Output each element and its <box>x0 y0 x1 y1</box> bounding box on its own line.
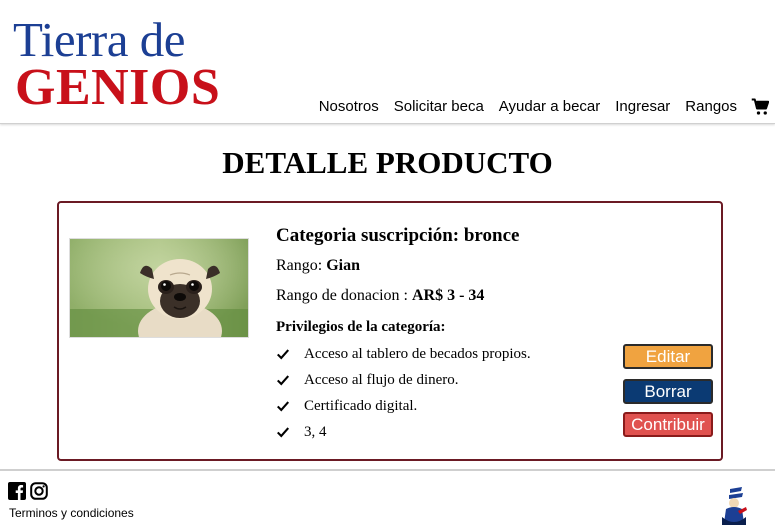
nav-ayudar-a-becar[interactable]: Ayudar a becar <box>499 96 600 118</box>
rank-value: Gian <box>326 257 361 274</box>
mascot-logo-icon <box>722 487 747 525</box>
check-icon <box>277 401 290 412</box>
nav-solicitar-beca[interactable]: Solicitar beca <box>394 96 484 118</box>
check-icon <box>277 427 290 438</box>
category-heading: Categoria suscripción: bronce <box>276 225 520 246</box>
donation-value: AR$ 3 - 34 <box>411 287 485 304</box>
rank-label: Rango: <box>276 257 327 274</box>
site-logo[interactable]: Tierra de GENIOS <box>13 12 238 116</box>
logo-line2: GENIOS <box>15 59 221 116</box>
privilege-text: Certificado digital. <box>304 398 418 414</box>
social-links <box>8 482 48 500</box>
terms-link[interactable]: Terminos y condiciones <box>9 506 134 520</box>
nav-ingresar[interactable]: Ingresar <box>615 96 670 118</box>
header: Tierra de GENIOS Nosotros Solicitar beca… <box>0 0 775 124</box>
nav-nosotros[interactable]: Nosotros <box>319 96 379 118</box>
privilege-text: 3, 4 <box>304 424 327 440</box>
check-icon <box>277 349 290 360</box>
action-buttons: Editar Borrar Contribuir <box>623 344 713 447</box>
shopping-cart-icon[interactable] <box>751 98 769 116</box>
privileges-list: Acceso al tablero de becados propios. Ac… <box>276 341 616 445</box>
product-info: Categoria suscripción: bronce Rango: Gia… <box>276 223 616 445</box>
privilege-text: Acceso al tablero de becados propios. <box>304 346 531 362</box>
privilege-text: Acceso al flujo de dinero. <box>304 372 459 388</box>
main-nav: Nosotros Solicitar beca Ayudar a becar I… <box>319 96 769 118</box>
list-item: 3, 4 <box>276 419 616 445</box>
nav-rangos[interactable]: Rangos <box>685 96 737 118</box>
facebook-icon[interactable] <box>8 482 26 500</box>
list-item: Acceso al flujo de dinero. <box>276 367 616 393</box>
instagram-icon[interactable] <box>30 482 48 500</box>
privileges-title: Privilegios de la categoría: <box>276 319 446 335</box>
pug-dog-photo <box>69 238 249 338</box>
footer: Terminos y condiciones <box>0 469 775 525</box>
delete-button[interactable]: Borrar <box>623 379 713 404</box>
list-item: Certificado digital. <box>276 393 616 419</box>
page-title: DETALLE PRODUCTO <box>222 145 553 180</box>
donation-row: Rango de donacion : AR$ 3 - 34 <box>276 285 616 307</box>
donation-label: Rango de donacion : <box>276 287 412 304</box>
list-item: Acceso al tablero de becados propios. <box>276 341 616 367</box>
edit-button[interactable]: Editar <box>623 344 713 369</box>
rank-row: Rango: Gian <box>276 255 616 277</box>
contribute-button[interactable]: Contribuir <box>623 412 713 437</box>
check-icon <box>277 375 290 386</box>
product-card: Categoria suscripción: bronce Rango: Gia… <box>57 201 723 461</box>
